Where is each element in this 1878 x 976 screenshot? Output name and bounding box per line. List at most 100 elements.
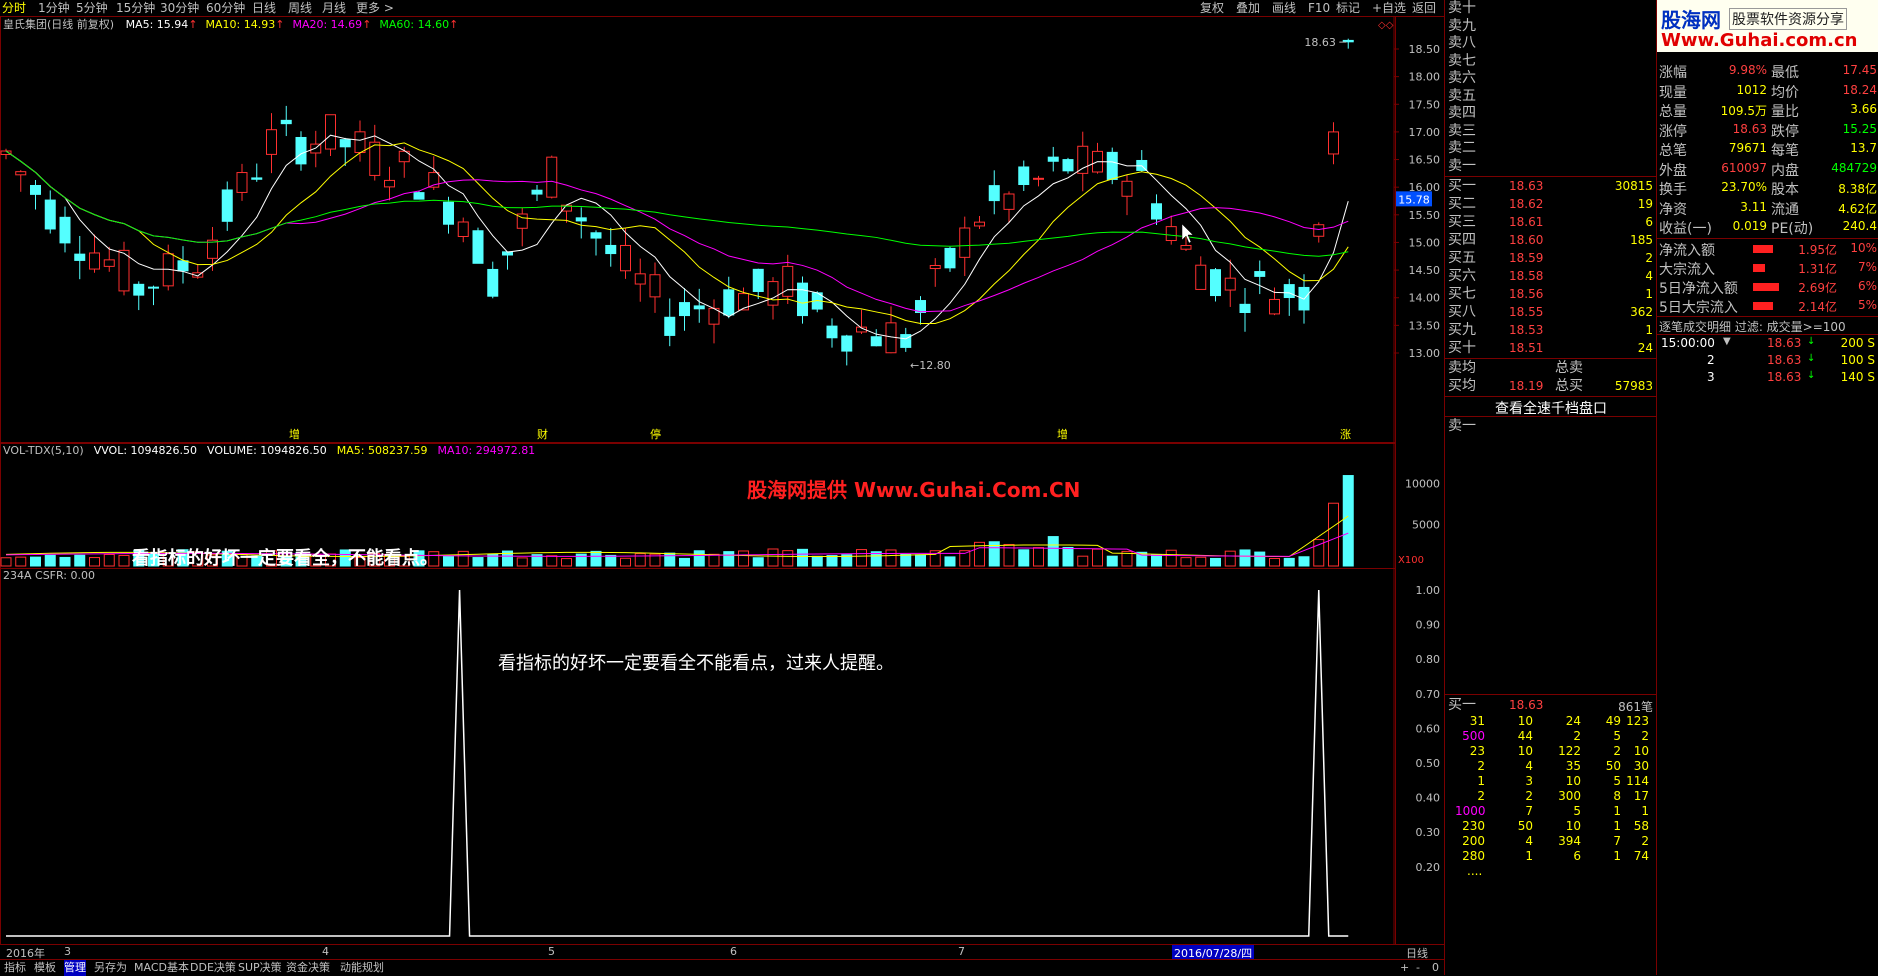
sell-level-label[interactable]: 卖六 (1448, 70, 1476, 87)
fund-flow-bar (1753, 302, 1773, 310)
queue-order: 2 (1525, 789, 1533, 803)
divider (1657, 334, 1878, 335)
bottom-tab-0[interactable]: 指标 (4, 960, 26, 976)
candle (944, 247, 956, 269)
queue-order: 74 (1633, 849, 1649, 863)
buy-level-label[interactable]: 买四 (1448, 232, 1476, 249)
event-marker[interactable]: 涨 (1340, 428, 1351, 441)
site-logo[interactable]: 股海网 股票软件资源分享 Www.Guhai.com.cn (1657, 0, 1878, 52)
sell-level-label[interactable]: 卖七 (1448, 53, 1476, 70)
queue-order: 1 (1525, 849, 1533, 863)
bottom-tab-3[interactable]: 另存为 (94, 960, 127, 976)
sort-down-icon[interactable]: ▼ (1723, 336, 1731, 347)
sell-level-label[interactable]: 卖一 (1448, 158, 1476, 175)
toolbar-button-1[interactable]: 叠加 (1236, 0, 1260, 16)
quote-label: 涨停 (1659, 123, 1687, 140)
period-tab-9[interactable]: 更多 > (356, 0, 394, 16)
buy-level-label[interactable]: 买六 (1448, 268, 1476, 285)
bottom-tab-2[interactable]: 管理 (64, 960, 86, 976)
divider (1445, 396, 1657, 397)
zoom-button-0[interactable]: + (1400, 960, 1409, 976)
quote-label: PE(动) (1771, 221, 1814, 237)
candle (1047, 156, 1059, 162)
bottom-tab-6[interactable]: SUP决策 (238, 960, 282, 976)
fund-flow-label: 5日净流入额 (1659, 281, 1738, 297)
sell-level-label[interactable]: 卖十 (1448, 0, 1476, 17)
toolbar-button-0[interactable]: 复权 (1200, 0, 1224, 16)
sell-level-label[interactable]: 卖四 (1448, 105, 1476, 122)
buy-level-label[interactable]: 买十 (1448, 340, 1476, 357)
volume-bar (782, 550, 794, 567)
sell-level-label[interactable]: 卖八 (1448, 35, 1476, 52)
volume-tick: 5000 (1412, 519, 1440, 532)
event-marker[interactable]: 财 (537, 427, 548, 441)
volume-bar (1018, 549, 1030, 567)
sell-level-label[interactable]: 卖九 (1448, 18, 1476, 35)
buy-level-label[interactable]: 买五 (1448, 250, 1476, 267)
zoom-button-2[interactable]: 0 (1432, 960, 1439, 976)
bottom-tab-5[interactable]: DDE决策 (190, 960, 236, 976)
volume-bar (693, 550, 705, 567)
bottom-tab-4[interactable]: MACD基本 (134, 960, 189, 976)
candle (207, 239, 218, 259)
queue-order: 50 (1605, 759, 1621, 773)
indicator-chart[interactable]: 1.00 0.90 0.80 0.70 0.60 0.50 0.40 0.30 0.20 (0, 568, 1444, 945)
event-marker[interactable]: 增 (1057, 427, 1068, 441)
kline-chart[interactable]: 18.5018.0017.5017.0016.5016.0015.5015.00… (0, 16, 1444, 444)
volume-bar (1180, 557, 1192, 567)
view-full-depth-button[interactable]: 查看全速千档盘口 (1445, 398, 1657, 418)
period-tab-8[interactable]: 月线 (322, 0, 346, 16)
toolbar-button-6[interactable]: 返回 (1412, 0, 1436, 16)
buy-level-volume: 185 (1630, 233, 1653, 247)
chart-option-icon[interactable]: ◇◇ (1378, 20, 1394, 31)
sell-level-label[interactable]: 卖五 (1448, 88, 1476, 105)
zoom-button-1[interactable]: - (1416, 960, 1420, 976)
sell-level-label[interactable]: 卖二 (1448, 140, 1476, 157)
buy-level-label[interactable]: 买八 (1448, 304, 1476, 321)
period-tab-5[interactable]: 60分钟 (206, 0, 245, 16)
period-tab-6[interactable]: 日线 (252, 0, 276, 16)
divider (1657, 238, 1878, 239)
buy-level-label[interactable]: 买七 (1448, 286, 1476, 303)
quote-label: 收益(一) (1659, 221, 1712, 237)
quote-label: 净资 (1659, 201, 1687, 218)
toolbar-button-4[interactable]: 标记 (1336, 0, 1360, 16)
period-tab-4[interactable]: 30分钟 (160, 0, 199, 16)
queue-order: 1000 (1455, 804, 1486, 818)
bottom-tab-8[interactable]: 动能规划 (340, 960, 384, 976)
period-tab-0[interactable]: 分时 (2, 0, 26, 16)
buy-level-label[interactable]: 买二 (1448, 196, 1476, 213)
buy-level-label[interactable]: 买一 (1448, 178, 1476, 195)
candle (1180, 245, 1192, 250)
bottom-tab-7[interactable]: 资金决策 (286, 960, 330, 976)
candle (1313, 224, 1325, 237)
toolbar-button-2[interactable]: 画线 (1272, 0, 1296, 16)
queue-more[interactable]: .... (1467, 864, 1482, 878)
period-tab-7[interactable]: 周线 (288, 0, 312, 16)
price-tick: 15.50 (1409, 209, 1441, 222)
toolbar-button-5[interactable]: +自选 (1372, 0, 1406, 16)
event-marker[interactable]: 停 (650, 427, 661, 441)
trade-detail-header[interactable]: 逐笔成交明细 过滤: 成交量>=100 (1659, 318, 1846, 335)
queue-order: 500 (1462, 729, 1485, 743)
buy-level-label[interactable]: 买九 (1448, 322, 1476, 339)
fund-flow-label: 大宗流入 (1659, 262, 1715, 278)
toolbar-button-3[interactable]: F10 (1308, 0, 1330, 16)
period-tab-3[interactable]: 15分钟 (116, 0, 155, 16)
buy-level-label[interactable]: 买三 (1448, 214, 1476, 231)
queue-order: 10 (1633, 744, 1649, 758)
price-tick: 13.50 (1409, 319, 1441, 332)
volume-bar (752, 557, 764, 567)
period-tab-1[interactable]: 1分钟 (38, 0, 70, 16)
candle (236, 172, 248, 193)
sell-level-label[interactable]: 卖三 (1448, 123, 1476, 140)
queue-order: 5 (1573, 804, 1581, 818)
volume-bar (1106, 555, 1118, 567)
queue-order: 50 (1517, 819, 1533, 833)
volume-bar (679, 557, 690, 567)
period-tab-2[interactable]: 5分钟 (76, 0, 108, 16)
event-marker[interactable]: 增 (289, 427, 300, 441)
queue-order: 23 (1469, 744, 1485, 758)
price-tick: 18.50 (1409, 43, 1441, 56)
bottom-tab-1[interactable]: 模板 (34, 960, 56, 976)
